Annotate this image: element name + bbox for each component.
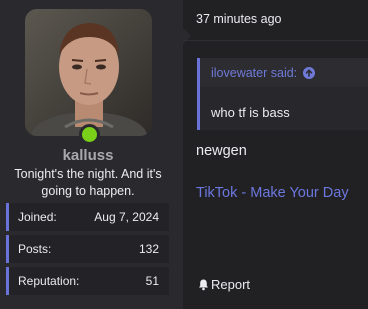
stat-reputation: Reputation: 51 <box>6 267 169 295</box>
post-content: 37 minutes ago ilovewater said: who tf i… <box>183 0 368 309</box>
stat-posts: Posts: 132 <box>6 235 169 263</box>
quote-author[interactable]: ilovewater said: <box>211 66 297 80</box>
quote-body: who tf is bass <box>211 105 290 120</box>
stat-value: 132 <box>138 242 159 256</box>
username[interactable]: kalluss <box>0 147 176 164</box>
user-title: Tonight's the night. And it's going to h… <box>14 167 162 198</box>
stat-joined: Joined: Aug 7, 2024 <box>6 203 169 231</box>
quote-header[interactable]: ilovewater said: <box>200 58 368 87</box>
stat-label: Reputation: <box>18 274 80 288</box>
stat-value: 51 <box>145 274 159 288</box>
avatar-image <box>25 9 152 136</box>
quote-block: ilovewater said: who tf is bass <box>197 58 368 130</box>
user-panel: kalluss Tonight's the night. And it's go… <box>0 0 183 309</box>
arrow-up-circle-icon[interactable] <box>303 66 316 79</box>
divider <box>183 40 368 41</box>
stat-label: Joined: <box>18 210 57 224</box>
report-button[interactable]: Report <box>197 277 250 292</box>
report-label[interactable]: Report <box>211 277 250 292</box>
avatar[interactable] <box>25 9 152 136</box>
post-timestamp[interactable]: 37 minutes ago <box>196 12 281 26</box>
message-text: newgen <box>196 143 247 159</box>
stat-value: Aug 7, 2024 <box>94 210 159 224</box>
bell-icon <box>199 279 208 291</box>
panel-pointer <box>183 28 191 44</box>
online-status-indicator <box>79 124 100 145</box>
message-link[interactable]: TikTok - Make Your Day <box>196 185 349 201</box>
stat-label: Posts: <box>18 242 52 256</box>
